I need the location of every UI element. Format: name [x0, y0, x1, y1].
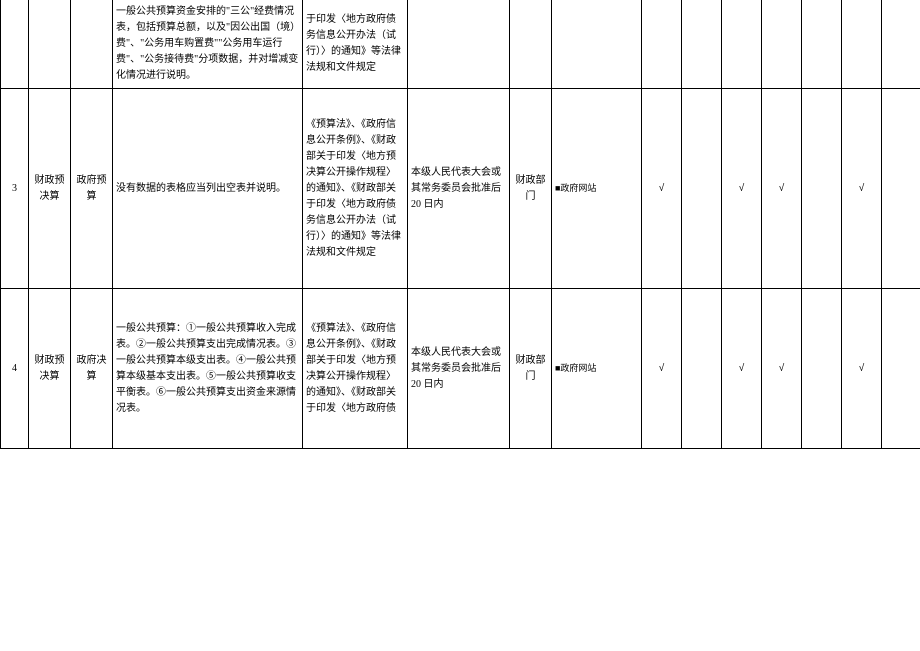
cell-check: √ — [642, 89, 682, 289]
cell-check: √ — [722, 289, 762, 449]
table-row: 3 财政预决算 政府预算 没有数据的表格应当列出空表并说明。 《预算法》、《政府… — [1, 89, 920, 289]
cell-time: 本级人民代表大会或其常务委员会批准后 20 日内 — [408, 289, 510, 449]
cell-category: 财政预决算 — [29, 89, 71, 289]
cell-check — [882, 289, 920, 449]
cell-check — [802, 0, 842, 89]
cell-time — [408, 0, 510, 89]
cell-content: 没有数据的表格应当列出空表并说明。 — [113, 89, 303, 289]
cell-check — [802, 89, 842, 289]
cell-check: √ — [762, 89, 802, 289]
cell-channel: ■政府网站 — [552, 89, 642, 289]
cell-dept — [510, 0, 552, 89]
cell-num: 4 — [1, 289, 29, 449]
cell-channel — [552, 0, 642, 89]
cell-basis: 于印发〈地方政府债务信息公开办法（试行）〉的通知》等法律法规和文件规定 — [303, 0, 408, 89]
cell-subcategory: 政府决算 — [71, 289, 113, 449]
cell-category — [29, 0, 71, 89]
cell-channel: ■政府网站 — [552, 289, 642, 449]
table-row: 一般公共预算资金安排的"三公"经费情况表，包括预算总额，以及"因公出国（境）费"… — [1, 0, 920, 89]
cell-subcategory — [71, 0, 113, 89]
cell-check: √ — [842, 89, 882, 289]
cell-category: 财政预决算 — [29, 289, 71, 449]
cell-time: 本级人民代表大会或其常务委员会批准后 20 日内 — [408, 89, 510, 289]
cell-basis: 《预算法》、《政府信息公开条例》、《财政部关于印发〈地方预决算公开操作规程〉的通… — [303, 289, 408, 449]
cell-check — [802, 289, 842, 449]
cell-check — [682, 289, 722, 449]
cell-check — [642, 0, 682, 89]
cell-num: 3 — [1, 89, 29, 289]
cell-check — [682, 89, 722, 289]
cell-check: √ — [762, 289, 802, 449]
cell-content: 一般公共预算：①一般公共预算收入完成表。②一般公共预算支出完成情况表。③一般公共… — [113, 289, 303, 449]
cell-check: √ — [722, 89, 762, 289]
cell-basis: 《预算法》、《政府信息公开条例》、《财政部关于印发〈地方预决算公开操作规程〉的通… — [303, 89, 408, 289]
cell-check: √ — [842, 289, 882, 449]
budget-disclosure-table: 一般公共预算资金安排的"三公"经费情况表，包括预算总额，以及"因公出国（境）费"… — [0, 0, 920, 449]
cell-num — [1, 0, 29, 89]
table-row: 4 财政预决算 政府决算 一般公共预算：①一般公共预算收入完成表。②一般公共预算… — [1, 289, 920, 449]
cell-check — [882, 0, 920, 89]
cell-check — [682, 0, 722, 89]
cell-check — [762, 0, 802, 89]
cell-dept: 财政部门 — [510, 89, 552, 289]
cell-check: √ — [642, 289, 682, 449]
cell-subcategory: 政府预算 — [71, 89, 113, 289]
cell-check — [722, 0, 762, 89]
cell-check — [882, 89, 920, 289]
cell-dept: 财政部门 — [510, 289, 552, 449]
cell-check — [842, 0, 882, 89]
cell-content: 一般公共预算资金安排的"三公"经费情况表，包括预算总额，以及"因公出国（境）费"… — [113, 0, 303, 89]
